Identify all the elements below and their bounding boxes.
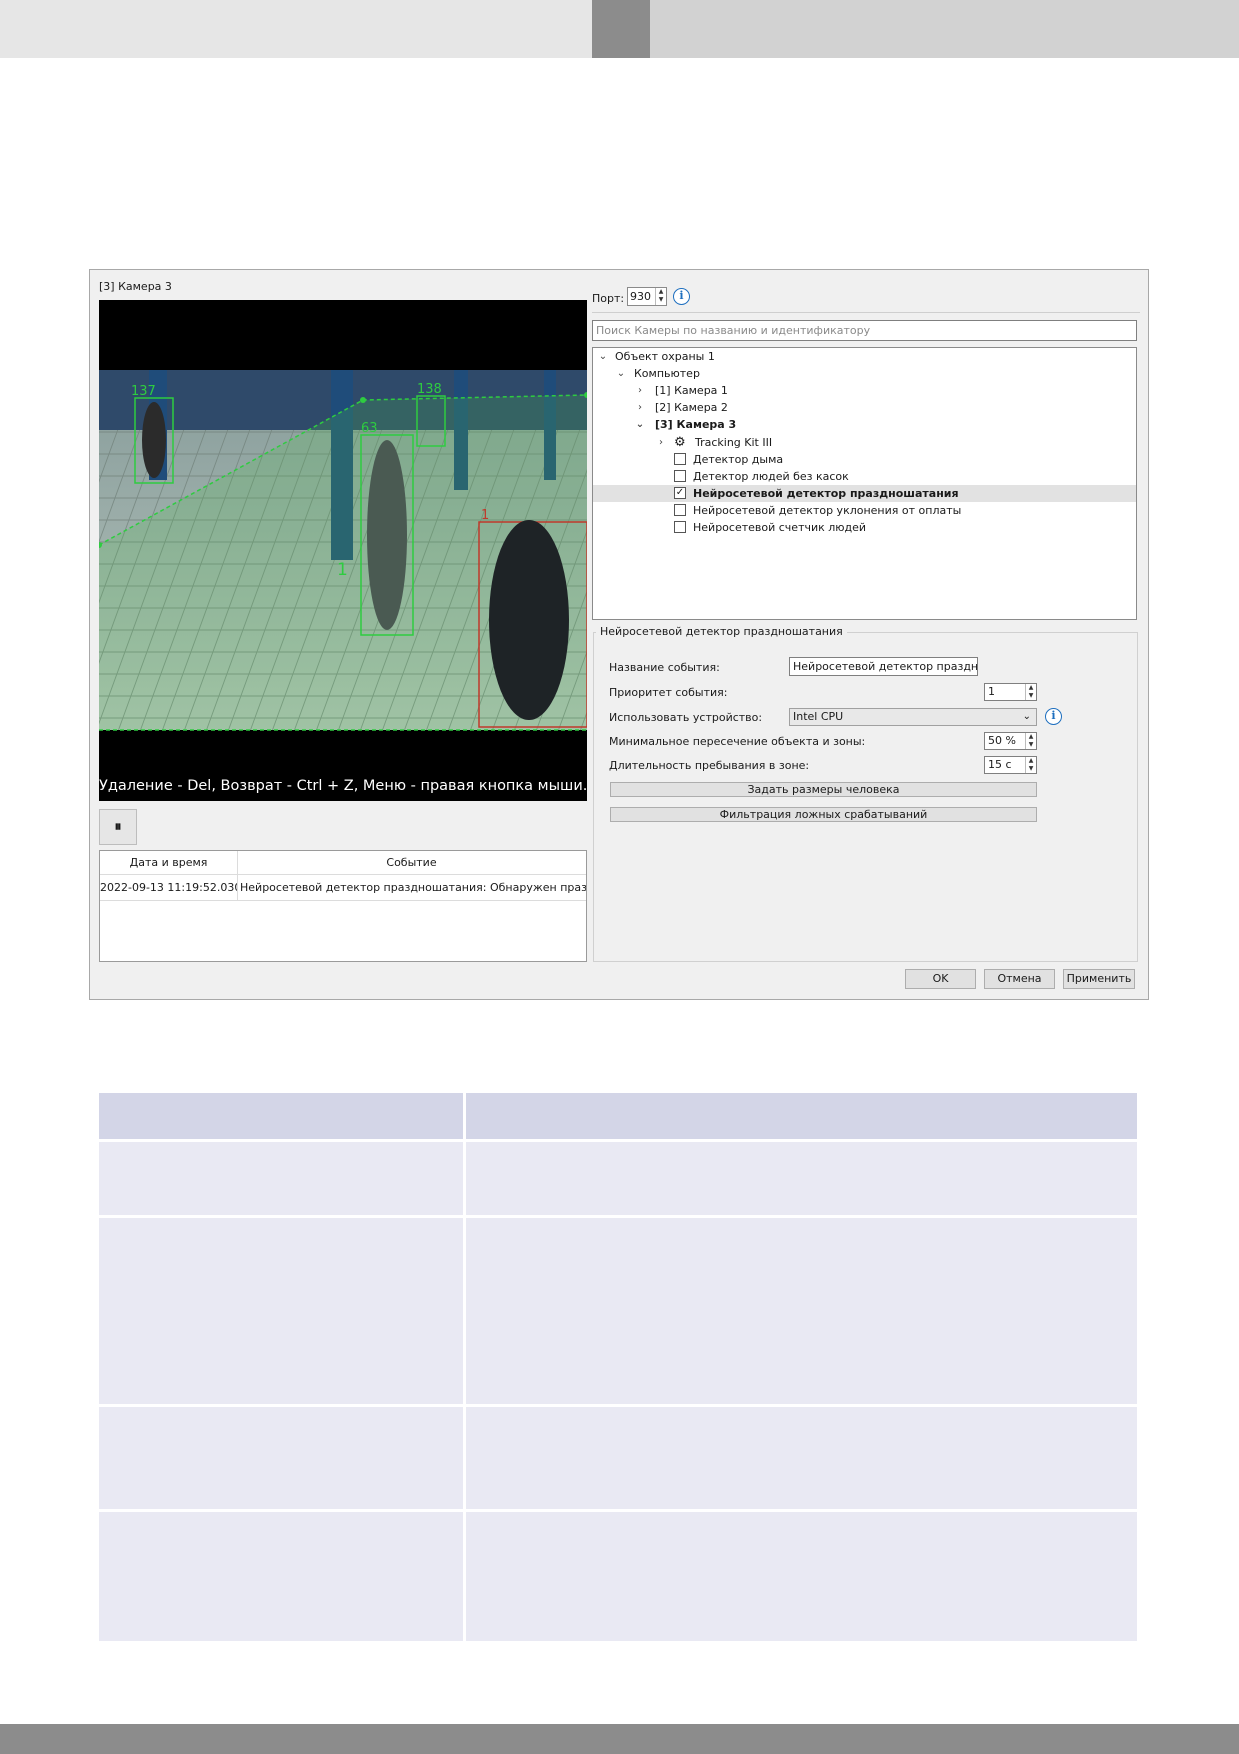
false-alarm-filter-button[interactable]: Фильтрация ложных срабатываний (610, 807, 1037, 822)
port-spinbox[interactable]: 930 ▲ ▼ (627, 287, 667, 306)
chevron-down-icon: ⌄ (1022, 711, 1031, 722)
intersection-spinbox[interactable]: 50 % ▲ ▼ (984, 732, 1037, 750)
table-cell (466, 1218, 1137, 1404)
divider (592, 312, 1140, 313)
tree-item-security-object[interactable]: ⌄ Объект охраны 1 (593, 348, 1136, 365)
events-table: Дата и время Событие 2022-09-13 11:19:52… (99, 850, 587, 962)
settings-group (593, 632, 1138, 962)
intersection-label: Минимальное пересечение объекта и зоны: (609, 735, 866, 748)
gear-icon: ⚙ (674, 435, 686, 450)
duration-spinbox[interactable]: 15 с ▲ ▼ (984, 756, 1037, 774)
tree-item-loitering-detector[interactable]: ✓ Нейросетевой детектор праздношатания (593, 485, 1136, 502)
event-time[interactable]: 2022-09-13 11:19:52.030 (100, 875, 237, 901)
chevron-right-icon[interactable]: › (634, 382, 646, 399)
device-select[interactable]: Intel CPU ⌄ (789, 708, 1037, 726)
settings-group-title: Нейросетевой детектор праздношатания (596, 625, 847, 638)
detector-checkbox[interactable] (674, 521, 686, 533)
person-size-button[interactable]: Задать размеры человека (610, 782, 1037, 797)
page-footer-bar (0, 1724, 1239, 1754)
column-header-datetime[interactable]: Дата и время (100, 851, 237, 875)
track-label: 138 (417, 382, 442, 397)
duration-label: Длительность пребывания в зоне: (609, 759, 810, 772)
tree-item-camera-1[interactable]: › [1] Камера 1 (593, 382, 1136, 399)
table-cell (466, 1512, 1137, 1641)
table-header-cell (466, 1093, 1137, 1139)
detector-checkbox[interactable] (674, 453, 686, 465)
tree-item-camera-2[interactable]: › [2] Камера 2 (593, 399, 1136, 416)
apply-button[interactable]: Применить (1063, 969, 1135, 989)
chevron-right-icon[interactable]: › (634, 399, 646, 416)
cancel-button[interactable]: Отмена (984, 969, 1055, 989)
chevron-right-icon[interactable]: › (655, 434, 667, 451)
checkmark-icon[interactable]: ✓ (674, 487, 686, 499)
tree-item-people-counter[interactable]: Нейросетевой счетчик людей (593, 519, 1136, 536)
tree-item-tracking-kit[interactable]: › ⚙ Tracking Kit III (593, 434, 1136, 451)
spin-arrows-icon[interactable]: ▲ ▼ (1025, 757, 1036, 773)
tree-item-camera-3[interactable]: ⌄ [3] Камера 3 (593, 416, 1136, 433)
tree-item-fare-evasion-detector[interactable]: Нейросетевой детектор уклонения от оплат… (593, 502, 1136, 519)
table-cell (99, 1142, 463, 1215)
table-header-cell (99, 1093, 463, 1139)
tree-item-smoke-detector[interactable]: Детектор дыма (593, 451, 1136, 468)
column-header-event[interactable]: Событие (237, 851, 586, 875)
camera-title: [3] Камера 3 (99, 280, 172, 293)
spin-arrows-icon[interactable]: ▲ ▼ (1025, 733, 1036, 749)
camera-search-input[interactable]: Поиск Камеры по названию и идентификатор… (592, 320, 1137, 341)
detector-checkbox[interactable] (674, 470, 686, 482)
chevron-down-icon[interactable]: ⌄ (634, 416, 646, 433)
chevron-down-icon[interactable]: ⌄ (597, 348, 609, 365)
device-tree: ⌄ Объект охраны 1 ⌄ Компьютер › [1] Каме… (592, 347, 1137, 620)
table-cell (466, 1407, 1137, 1509)
device-label: Использовать устройство: (609, 711, 763, 724)
info-icon[interactable]: i (673, 288, 690, 305)
port-label: Порт: (592, 292, 625, 305)
track-label: 63 (361, 421, 378, 436)
page-header-accent (592, 0, 650, 58)
page-header-left (0, 0, 592, 58)
info-icon[interactable]: i (1045, 708, 1062, 725)
priority-label: Приоритет события: (609, 686, 728, 699)
chevron-down-icon[interactable]: ⌄ (615, 365, 627, 382)
spin-arrows-icon[interactable]: ▲ ▼ (655, 288, 666, 305)
table-cell (99, 1512, 463, 1641)
track-label: 1 (337, 560, 348, 580)
port-value: 930 (630, 290, 651, 303)
priority-spinbox[interactable]: 1 ▲ ▼ (984, 683, 1037, 701)
video-view[interactable]: 137 138 63 1 1 Удаление - Del, Возврат -… (99, 300, 587, 801)
event-name-label: Название события: (609, 661, 720, 674)
pause-button[interactable]: ⏸ (99, 809, 137, 845)
track-label: 1 (481, 508, 489, 523)
event-description[interactable]: Нейросетевой детектор праздношатания: Об… (237, 875, 586, 901)
tree-item-computer[interactable]: ⌄ Компьютер (593, 365, 1136, 382)
table-cell (99, 1407, 463, 1509)
detector-checkbox[interactable] (674, 504, 686, 516)
table-cell (466, 1142, 1137, 1215)
event-name-input[interactable]: Нейросетевой детектор праздношатания (789, 657, 978, 676)
page-header-right (650, 0, 1239, 58)
ok-button[interactable]: OK (905, 969, 976, 989)
tree-item-no-helmet-detector[interactable]: Детектор людей без касок (593, 468, 1136, 485)
video-hint-caption: Удаление - Del, Возврат - Ctrl + Z, Меню… (99, 778, 587, 794)
table-cell (99, 1218, 463, 1404)
spin-arrows-icon[interactable]: ▲ ▼ (1025, 684, 1036, 700)
detector-settings-dialog: [3] Камера 3 137 138 63 1 1 Удаление - D… (89, 269, 1149, 1000)
video-frame: 137 138 63 1 1 (99, 370, 587, 731)
track-label: 137 (131, 384, 156, 399)
